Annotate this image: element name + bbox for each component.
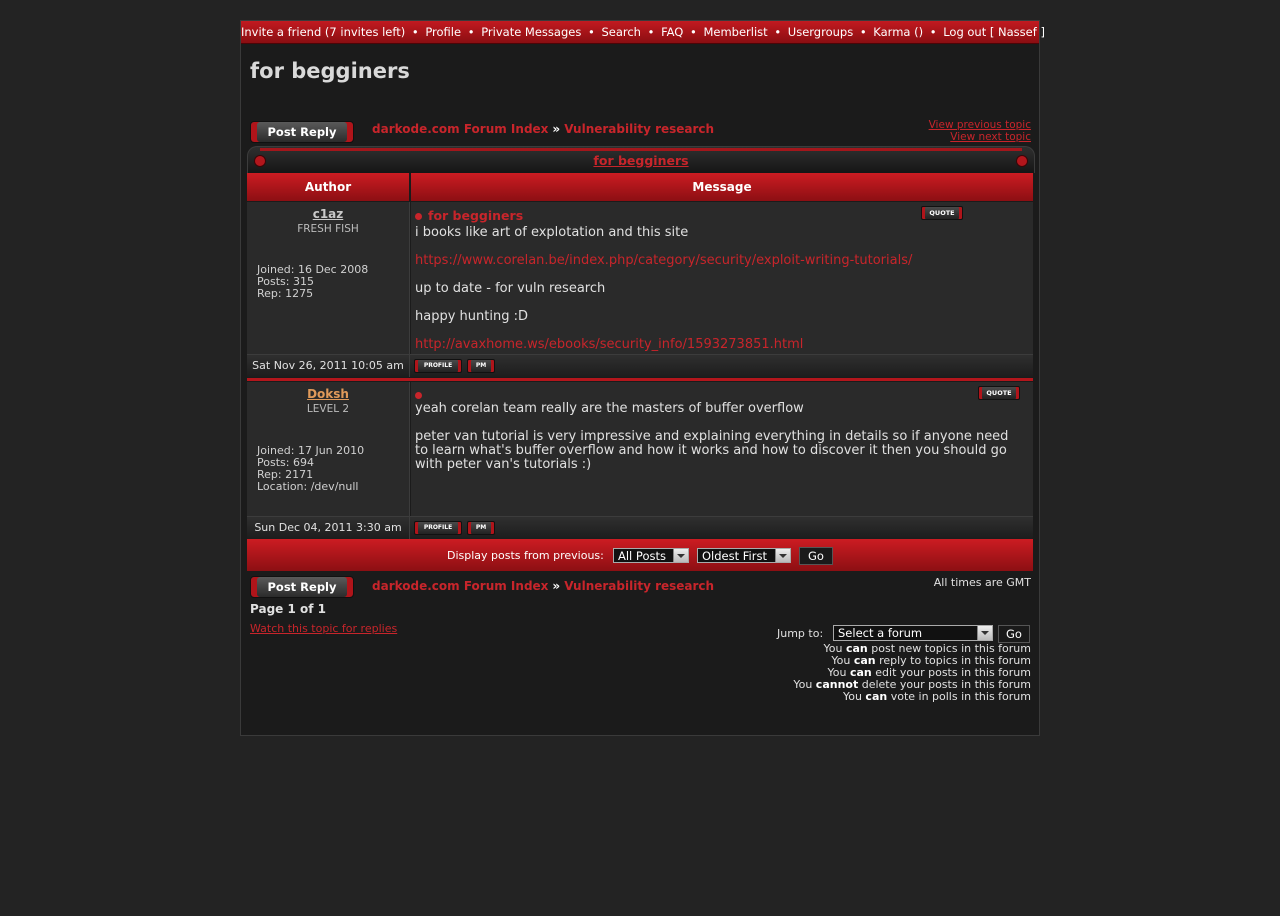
nav-separator: •	[647, 25, 655, 39]
nav-separator: •	[774, 25, 782, 39]
chevron-down-icon	[673, 549, 688, 562]
posts-order-value: Oldest First	[702, 549, 767, 563]
page-info: Page 1 of 1	[250, 602, 326, 616]
author-cell: Doksh LEVEL 2 Joined: 17 Jun 2010 Posts:…	[247, 382, 410, 516]
breadcrumb-separator: »	[552, 122, 561, 136]
author-details: Joined: 16 Dec 2008 Posts: 315 Rep: 1275	[257, 264, 368, 300]
nav-memberlist[interactable]: Memberlist	[703, 25, 767, 39]
post-date: Sun Dec 04, 2011 3:30 am	[247, 517, 410, 539]
post-icon	[415, 392, 422, 399]
post-text: up to date - for vuln research	[415, 281, 606, 296]
post-footer: Sat Nov 26, 2011 10:05 am PROFILE PM	[247, 354, 1033, 377]
nav-separator: •	[588, 25, 595, 39]
display-options-bar: Display posts from previous: All Posts O…	[247, 539, 1033, 571]
post-text: yeah corelan team really are the masters…	[415, 401, 804, 416]
view-next-topic-link[interactable]: View next topic	[929, 131, 1031, 143]
timezone-note: All times are GMT	[933, 576, 1031, 589]
post-subject: for begginers	[415, 208, 523, 223]
quote-button[interactable]: QUOTE	[978, 386, 1020, 400]
post-date: Sat Nov 26, 2011 10:05 am	[247, 355, 410, 377]
breadcrumb-forum-index[interactable]: darkode.com Forum Index	[372, 122, 548, 136]
post-text: peter van tutorial is very impressive an…	[415, 429, 1009, 472]
author-name-link[interactable]: Doksh	[247, 387, 409, 401]
breadcrumb-forum-index[interactable]: darkode.com Forum Index	[372, 579, 548, 593]
nav-separator: •	[411, 25, 419, 39]
post-link[interactable]: https://www.corelan.be/index.php/categor…	[415, 253, 912, 268]
topic-table-header: for begginers	[247, 146, 1035, 173]
breadcrumb: darkode.com Forum Index » Vulnerability re…	[372, 579, 714, 593]
nav-separator: •	[859, 25, 867, 39]
view-previous-topic-link[interactable]: View previous topic	[929, 119, 1031, 131]
profile-button[interactable]: PROFILE	[414, 521, 462, 535]
jump-to-value: Select a forum	[838, 626, 923, 640]
author-location: Location: /dev/null	[257, 480, 359, 493]
page-container: Invite a friend (7 invites left) • Profi…	[240, 20, 1045, 736]
topic-title-link[interactable]: for begginers	[248, 153, 1034, 168]
post-body: i books like art of explotation and this…	[415, 226, 1025, 366]
quote-button[interactable]: QUOTE	[921, 206, 963, 220]
posts-range-select[interactable]: All Posts	[613, 548, 689, 563]
author-rep: Rep: 1275	[257, 287, 314, 300]
page-title: for begginers	[250, 59, 410, 83]
message-column-header: Message	[411, 173, 1033, 201]
post-reply-button[interactable]: Post Reply	[250, 576, 354, 598]
nav-search[interactable]: Search	[601, 25, 641, 39]
author-cell: c1az FRESH FISH Joined: 16 Dec 2008 Post…	[247, 202, 410, 354]
author-column-header: Author	[247, 173, 409, 201]
posts-order-select[interactable]: Oldest First	[697, 548, 791, 563]
post-subject	[415, 387, 428, 402]
nav-separator: •	[929, 25, 937, 39]
breadcrumb-separator: »	[552, 579, 561, 593]
nav-private-messages[interactable]: Private Messages	[481, 25, 581, 39]
post-reply-button[interactable]: Post Reply	[250, 121, 354, 143]
nav-profile[interactable]: Profile	[425, 25, 461, 39]
jump-to-select[interactable]: Select a forum	[833, 625, 993, 641]
post-text: i books like art of explotation and this…	[415, 225, 689, 240]
nav-usergroups[interactable]: Usergroups	[788, 25, 853, 39]
posts-range-value: All Posts	[618, 549, 666, 563]
nav-separator: •	[690, 25, 697, 39]
post-footer: Sun Dec 04, 2011 3:30 am PROFILE PM	[247, 516, 1033, 539]
jump-go-button[interactable]: Go	[998, 625, 1030, 643]
display-posts-label: Display posts from previous:	[447, 549, 604, 562]
forum-permissions: You can post new topics in this forum Yo…	[793, 643, 1031, 703]
nav-karma[interactable]: Karma ()	[873, 25, 923, 39]
chevron-down-icon	[775, 549, 790, 562]
post-row: Doksh LEVEL 2 Joined: 17 Jun 2010 Posts:…	[247, 382, 1033, 539]
top-navigation: Invite a friend (7 invites left) • Profi…	[241, 21, 1045, 44]
author-name-link[interactable]: c1az	[247, 207, 409, 221]
message-cell: for begginers QUOTE i books like art of …	[411, 202, 1033, 354]
nav-logout[interactable]: Log out [ Nassef ]	[943, 25, 1045, 39]
breadcrumb: darkode.com Forum Index » Vulnerability re…	[372, 122, 714, 136]
post-text: happy hunting :D	[415, 309, 528, 324]
permission-line: You can vote in polls in this forum	[842, 690, 1031, 703]
nav-faq[interactable]: FAQ	[661, 25, 683, 39]
post-divider	[247, 378, 1033, 381]
post-subject-text: for begginers	[428, 208, 524, 223]
pm-button[interactable]: PM	[467, 359, 495, 373]
breadcrumb-forum[interactable]: Vulnerability research	[564, 122, 714, 136]
topic-navigation: View previous topic View next topic	[929, 119, 1031, 143]
header-accent-line	[260, 148, 1022, 151]
message-cell: QUOTE yeah corelan team really are the m…	[411, 382, 1033, 516]
nav-invite[interactable]: Invite a friend (7 invites left)	[241, 25, 405, 39]
post-row: c1az FRESH FISH Joined: 16 Dec 2008 Post…	[247, 202, 1033, 377]
profile-button[interactable]: PROFILE	[414, 359, 462, 373]
author-rank: FRESH FISH	[297, 223, 359, 235]
post-body: yeah corelan team really are the masters…	[415, 402, 1025, 486]
jump-to-label: Jump to:	[777, 627, 824, 640]
chevron-down-icon	[977, 626, 992, 640]
breadcrumb-forum[interactable]: Vulnerability research	[564, 579, 714, 593]
post-link[interactable]: http://avaxhome.ws/ebooks/security_info/…	[415, 337, 803, 352]
nav-separator: •	[467, 25, 475, 39]
watch-topic-link[interactable]: Watch this topic for replies	[250, 622, 397, 635]
author-details: Joined: 17 Jun 2010 Posts: 694 Rep: 2171…	[257, 445, 364, 493]
author-rank: LEVEL 2	[306, 403, 350, 415]
display-go-button[interactable]: Go	[799, 547, 833, 565]
pm-button[interactable]: PM	[467, 521, 495, 535]
post-icon	[415, 213, 422, 220]
